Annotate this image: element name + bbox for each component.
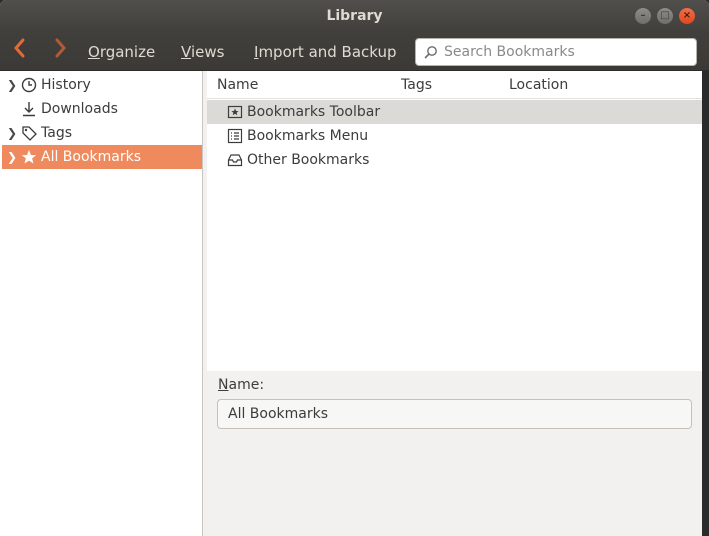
organize-mnemonic: O bbox=[88, 43, 100, 61]
back-button[interactable] bbox=[6, 37, 34, 67]
sidebar-tree: ❯ History Downloads ❯ Tags ❯ All Bookmar… bbox=[0, 71, 203, 536]
close-button[interactable]: × bbox=[679, 8, 695, 24]
bookmarks-menu-icon bbox=[227, 128, 243, 144]
download-icon bbox=[20, 100, 38, 118]
list-item-other-bookmarks[interactable]: Other Bookmarks bbox=[207, 148, 702, 172]
expand-arrow-icon[interactable]: ❯ bbox=[4, 78, 20, 92]
bookmarks-list: Name Tags Location Bookmarks Toolbar Boo… bbox=[207, 71, 702, 371]
name-label-text: ame: bbox=[228, 377, 265, 393]
row-name: Other Bookmarks bbox=[247, 152, 370, 168]
organize-menu-button[interactable]: Organize bbox=[86, 37, 157, 67]
name-mnemonic: N bbox=[218, 377, 229, 393]
row-name: Bookmarks Toolbar bbox=[247, 104, 381, 120]
window-controls: – □ × bbox=[635, 8, 695, 24]
minimize-button[interactable]: – bbox=[635, 8, 651, 24]
views-label: iews bbox=[190, 43, 225, 61]
title-bar: Library – □ × bbox=[0, 0, 709, 33]
clock-icon bbox=[20, 76, 38, 94]
expand-arrow-icon[interactable]: ❯ bbox=[4, 126, 20, 140]
views-mnemonic: V bbox=[181, 43, 191, 61]
search-icon bbox=[424, 46, 437, 59]
views-menu-button[interactable]: Views bbox=[179, 37, 226, 67]
star-icon bbox=[20, 148, 38, 166]
name-label: Name: bbox=[218, 377, 264, 393]
column-name[interactable]: Name bbox=[217, 77, 258, 93]
sidebar-item-label: All Bookmarks bbox=[41, 149, 142, 165]
window-title: Library bbox=[326, 8, 383, 24]
organize-label: rganize bbox=[99, 43, 156, 61]
toolbar: Organize Views Import and Backup bbox=[0, 33, 709, 71]
import-backup-menu-button[interactable]: Import and Backup bbox=[252, 37, 399, 67]
sidebar-item-label: History bbox=[41, 77, 91, 93]
sidebar-item-downloads[interactable]: Downloads bbox=[2, 97, 202, 121]
maximize-button[interactable]: □ bbox=[657, 8, 673, 24]
bookmarks-toolbar-icon bbox=[227, 104, 243, 120]
name-field[interactable] bbox=[217, 399, 692, 429]
sidebar-item-label: Tags bbox=[41, 125, 72, 141]
library-window: Library – □ × Organize Views Import and … bbox=[0, 0, 709, 536]
row-name: Bookmarks Menu bbox=[247, 128, 369, 144]
chevron-left-icon bbox=[14, 38, 25, 58]
details-pane: Name: bbox=[207, 371, 702, 531]
list-item-bookmarks-menu[interactable]: Bookmarks Menu bbox=[207, 124, 702, 148]
column-header: Name Tags Location bbox=[207, 71, 702, 99]
sidebar-item-all-bookmarks[interactable]: ❯ All Bookmarks bbox=[2, 145, 202, 169]
import-label: mport and Backup bbox=[258, 43, 397, 61]
sidebar-item-label: Downloads bbox=[41, 101, 118, 117]
window-edge bbox=[702, 71, 709, 536]
column-location[interactable]: Location bbox=[509, 77, 568, 93]
list-item-bookmarks-toolbar[interactable]: Bookmarks Toolbar bbox=[207, 100, 702, 124]
sidebar-item-tags[interactable]: ❯ Tags bbox=[2, 121, 202, 145]
search-box[interactable] bbox=[415, 38, 697, 66]
column-tags[interactable]: Tags bbox=[401, 77, 432, 93]
expand-arrow-icon[interactable]: ❯ bbox=[4, 150, 20, 164]
chevron-right-icon bbox=[55, 38, 66, 58]
other-bookmarks-icon bbox=[227, 152, 243, 168]
search-input[interactable] bbox=[444, 44, 684, 60]
forward-button[interactable] bbox=[46, 37, 74, 67]
tag-icon bbox=[20, 124, 38, 142]
sidebar-item-history[interactable]: ❯ History bbox=[2, 73, 202, 97]
